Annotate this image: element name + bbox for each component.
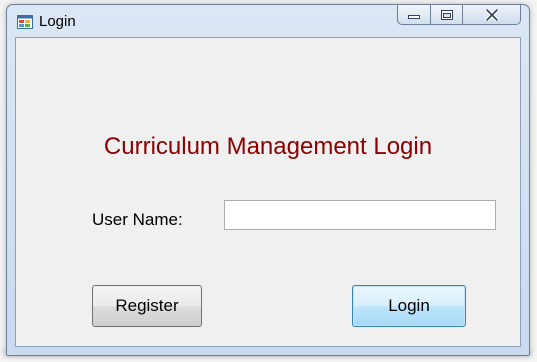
caption-buttons	[397, 5, 521, 27]
close-icon	[484, 8, 499, 21]
form-client-area: Curriculum Management Login User Name: R…	[15, 37, 521, 347]
windows-form-icon[interactable]	[17, 14, 33, 30]
maximize-icon	[440, 9, 453, 20]
title-bar[interactable]: Login	[7, 5, 529, 37]
register-button[interactable]: Register	[92, 285, 202, 327]
username-input[interactable]	[224, 200, 496, 230]
page-title: Curriculum Management Login	[103, 133, 433, 160]
login-button[interactable]: Login	[352, 285, 466, 327]
minimize-icon	[408, 14, 420, 19]
username-label: User Name:	[92, 210, 183, 229]
close-button[interactable]	[463, 5, 521, 25]
window-title: Login	[39, 13, 76, 30]
login-window: Login Curriculum Management Login User N…	[6, 4, 530, 356]
maximize-button[interactable]	[431, 5, 463, 25]
minimize-button[interactable]	[397, 5, 431, 25]
